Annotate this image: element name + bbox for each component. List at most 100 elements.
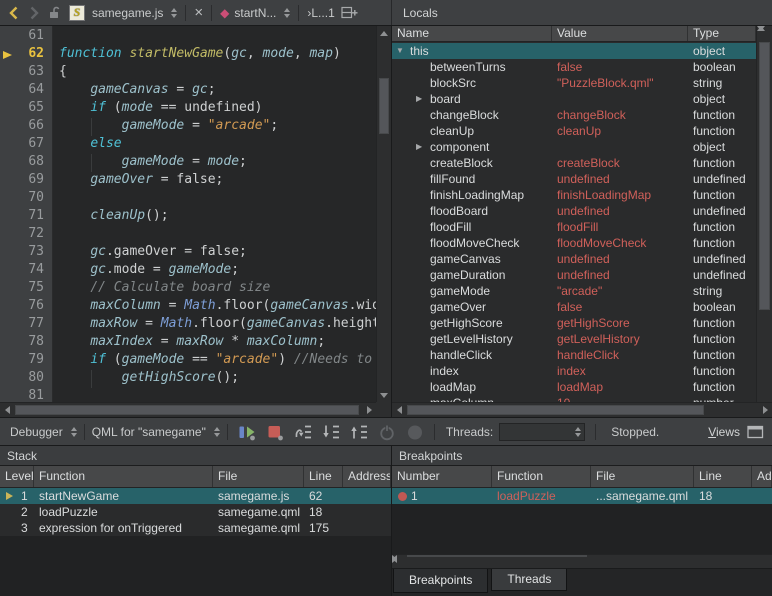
step-into-button[interactable]	[318, 420, 344, 444]
column-header-value[interactable]: Value	[552, 26, 688, 41]
column-header-address[interactable]: Address	[343, 466, 391, 487]
locals-row[interactable]: createBlockcreateBlockfunction	[392, 155, 756, 171]
back-button[interactable]	[7, 5, 21, 21]
locals-row[interactable]: getHighScoregetHighScorefunction	[392, 315, 756, 331]
locals-row[interactable]: ▼thisobject	[392, 43, 756, 59]
code-line[interactable]: gameMode = "arcade";	[53, 118, 376, 136]
locals-vertical-scrollbar[interactable]	[756, 26, 772, 402]
locals-row[interactable]: floodBoardundefinedundefined	[392, 203, 756, 219]
locals-row[interactable]: betweenTurnsfalseboolean	[392, 59, 756, 75]
breakpoint-row[interactable]: 1loadPuzzle...samegame.qml18	[392, 488, 772, 504]
column-header-line[interactable]: Line	[694, 466, 752, 487]
code-line[interactable]: gc.mode = gameMode;	[53, 262, 376, 280]
line-number-cell[interactable]: 71	[0, 208, 53, 226]
line-number-cell[interactable]: 78	[0, 334, 53, 352]
threads-dropdown[interactable]	[499, 423, 585, 441]
line-number-cell[interactable]: 73	[0, 244, 53, 262]
code-line[interactable]: else	[53, 136, 376, 154]
column-header-function[interactable]: Function	[492, 466, 591, 487]
code-line[interactable]: getHighScore();	[53, 370, 376, 388]
line-number-cell[interactable]: 74	[0, 262, 53, 280]
line-number-cell[interactable]: 80	[0, 370, 53, 388]
column-header-line[interactable]: Line	[304, 466, 343, 487]
code-line[interactable]: cleanUp();	[53, 208, 376, 226]
locals-row[interactable]: indexindexfunction	[392, 363, 756, 379]
code-line[interactable]: gc.gameOver = false;	[53, 244, 376, 262]
expander-icon[interactable]: ▶	[416, 139, 430, 155]
locals-row[interactable]: ▶boardobject	[392, 91, 756, 107]
debugger-engine-dropdown[interactable]: Debugger	[10, 425, 77, 439]
locals-horizontal-scrollbar[interactable]	[392, 402, 772, 417]
locals-row[interactable]: handleClickhandleClickfunction	[392, 347, 756, 363]
line-number-cell[interactable]: 63	[0, 64, 53, 82]
code-line[interactable]	[53, 190, 376, 208]
locals-row[interactable]: blockSrc"PuzzleBlock.qml"string	[392, 75, 756, 91]
column-header-number[interactable]: Number	[392, 466, 492, 487]
continue-button[interactable]	[234, 420, 260, 444]
open-file-dropdown[interactable]: samegame.js	[92, 6, 177, 20]
step-out-button[interactable]	[346, 420, 372, 444]
scroll-left-button[interactable]	[392, 403, 406, 417]
stop-debugger-button[interactable]	[262, 420, 288, 444]
editor-horizontal-scrollbar[interactable]	[0, 402, 376, 417]
code-line[interactable]: gameOver = false;	[53, 172, 376, 190]
tab-breakpoints[interactable]: Breakpoints	[393, 569, 488, 593]
editor-vertical-scrollbar[interactable]	[376, 26, 391, 402]
locals-row[interactable]: gameOverfalseboolean	[392, 299, 756, 315]
column-header-type[interactable]: Type	[688, 26, 756, 41]
scroll-right-button[interactable]	[362, 403, 376, 417]
scroll-down-button[interactable]	[757, 26, 765, 31]
code-line[interactable]: if (mode == undefined)	[53, 100, 376, 118]
code-line[interactable]: // Calculate board size	[53, 280, 376, 298]
scrollbar-thumb[interactable]	[407, 405, 704, 415]
line-number-cell[interactable]: 79	[0, 352, 53, 370]
locals-row[interactable]: changeBlockchangeBlockfunction	[392, 107, 756, 123]
locals-row[interactable]: getLevelHistorygetLevelHistoryfunction	[392, 331, 756, 347]
column-header-name[interactable]: Name	[392, 26, 552, 41]
scroll-left-button[interactable]	[0, 403, 14, 417]
locals-row[interactable]: loadMaploadMapfunction	[392, 379, 756, 395]
code-line[interactable]: gameCanvas = gc;	[53, 82, 376, 100]
line-number-cell[interactable]: 67	[0, 136, 53, 154]
breakpoints-horizontal-scrollbar[interactable]	[392, 554, 772, 569]
code-editor[interactable]: 6162function startNewGame(gc, mode, map)…	[0, 26, 392, 417]
code-line[interactable]	[53, 388, 376, 402]
line-number-cell[interactable]: 70	[0, 190, 53, 208]
line-number-cell[interactable]: 68	[0, 154, 53, 172]
locals-row[interactable]: fillFoundundefinedundefined	[392, 171, 756, 187]
line-number-cell[interactable]: 61	[0, 28, 53, 46]
split-editor-button[interactable]	[341, 5, 358, 20]
lock-button[interactable]	[47, 5, 62, 20]
line-number-cell[interactable]: 69	[0, 172, 53, 190]
scroll-right-button[interactable]	[758, 403, 772, 417]
scrollbar-thumb[interactable]	[379, 78, 389, 134]
line-number-cell[interactable]: 66	[0, 118, 53, 136]
restart-button[interactable]	[374, 420, 400, 444]
views-menu[interactable]: Views	[708, 425, 764, 439]
locals-row[interactable]: floodFillfloodFillfunction	[392, 219, 756, 235]
line-number-cell[interactable]: 65	[0, 100, 53, 118]
code-line[interactable]: maxIndex = maxRow * maxColumn;	[53, 334, 376, 352]
column-header-file[interactable]: File	[591, 466, 694, 487]
code-line[interactable]: if (gameMode == "arcade") //Needs to	[53, 352, 376, 370]
code-line[interactable]: function startNewGame(gc, mode, map)	[53, 46, 376, 64]
code-line[interactable]: gameMode = mode;	[53, 154, 376, 172]
scrollbar-thumb[interactable]	[407, 555, 587, 557]
scrollbar-thumb[interactable]	[15, 405, 359, 415]
code-line[interactable]: {	[53, 64, 376, 82]
locals-row[interactable]: finishLoadingMapfinishLoadingMapfunction	[392, 187, 756, 203]
locals-row[interactable]: maxColumn10number	[392, 395, 756, 402]
line-number-cell[interactable]: 75	[0, 280, 53, 298]
debug-target-dropdown[interactable]: QML for "samegame"	[92, 425, 220, 439]
step-over-button[interactable]	[290, 420, 316, 444]
scroll-down-button[interactable]	[377, 388, 391, 402]
stack-row[interactable]: 3expression for onTriggeredsamegame.qml1…	[0, 520, 391, 536]
line-number-cell[interactable]: 64	[0, 82, 53, 100]
code-line[interactable]: maxColumn = Math.floor(gameCanvas.wid	[53, 298, 376, 316]
scroll-right-button[interactable]	[392, 555, 397, 563]
line-number-cell[interactable]: 76	[0, 298, 53, 316]
line-number-cell[interactable]: 72	[0, 226, 53, 244]
column-header-level[interactable]: Level	[0, 466, 34, 487]
locals-row[interactable]: gameCanvasundefinedundefined	[392, 251, 756, 267]
line-number-cell[interactable]: 81	[0, 388, 53, 402]
